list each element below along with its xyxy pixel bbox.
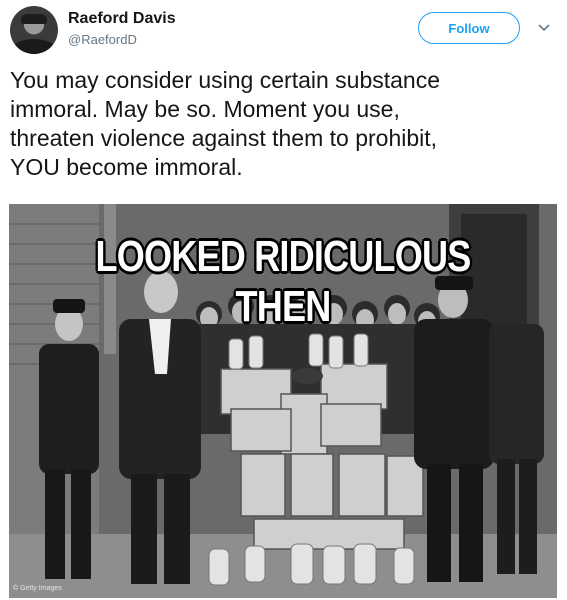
photo-credit: © Getty Images [13, 585, 62, 592]
meme-caption: LOOKED RIDICULOUS THEN [95, 232, 472, 331]
author-name[interactable]: Raeford Davis [68, 10, 176, 28]
chevron-down-icon[interactable] [536, 20, 552, 36]
avatar-cap [21, 14, 47, 24]
avatar-shoulders [12, 39, 56, 54]
tweet-line: immoral. May be so. Moment you use, [10, 96, 400, 122]
author-handle[interactable]: @RaefordD [68, 32, 137, 47]
tweet-line: You may consider using certain substance [10, 67, 441, 93]
tweet-photo[interactable]: LOOKED RIDICULOUS THEN © Getty Images [9, 204, 557, 598]
tweet-line: YOU become immoral. [10, 154, 243, 180]
tweet-text: You may consider using certain substance… [10, 66, 550, 182]
tweet-line: threaten violence against them to prohib… [10, 125, 438, 151]
avatar[interactable] [10, 6, 58, 54]
follow-button[interactable]: Follow [418, 12, 520, 44]
